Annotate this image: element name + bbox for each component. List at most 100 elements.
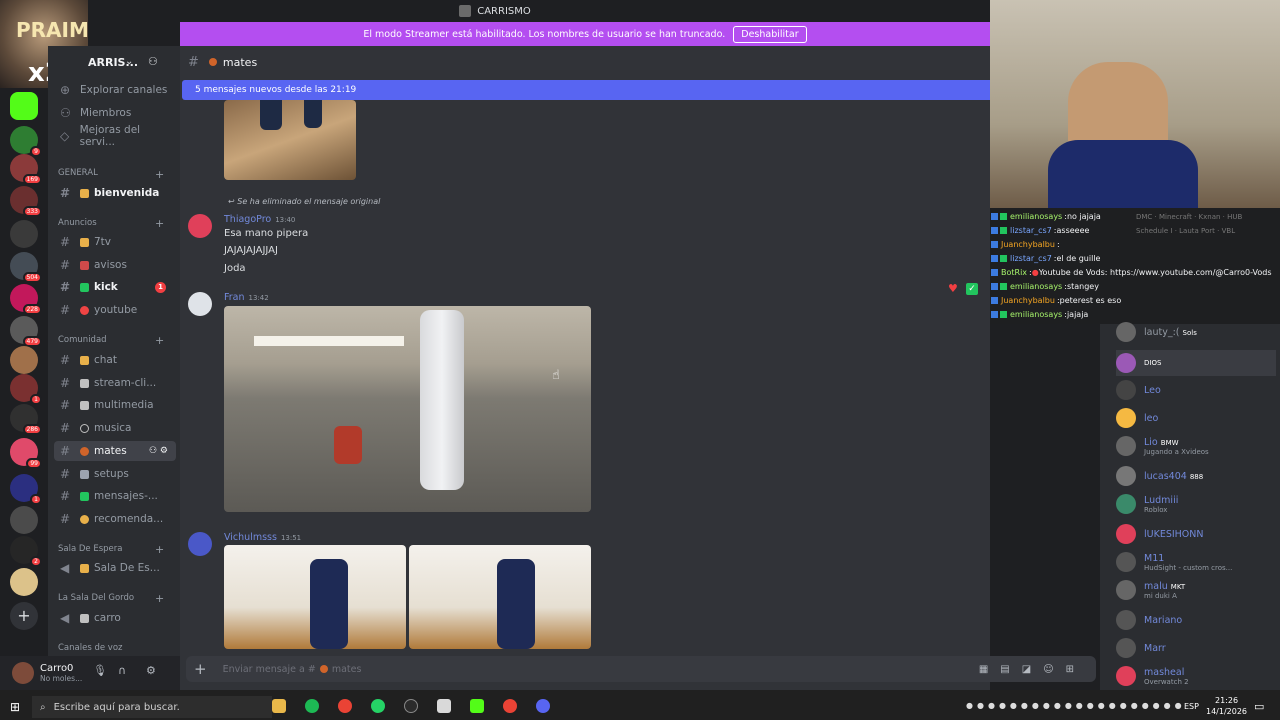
- server-icon[interactable]: [10, 346, 38, 374]
- message-line: Esa mano pipera: [224, 228, 309, 239]
- message-image[interactable]: [224, 100, 356, 180]
- server-icon[interactable]: 169: [10, 154, 42, 185]
- new-messages-bar[interactable]: 5 mensajes nuevos desde las 21:19: [182, 80, 990, 100]
- member-item[interactable]: Mariano: [1116, 610, 1182, 630]
- channel-avisos[interactable]: # avisos: [54, 255, 176, 275]
- chrome-icon[interactable]: [338, 699, 352, 713]
- member-item[interactable]: lauty_:( Sols: [1116, 322, 1197, 342]
- check-reaction-icon[interactable]: ✓: [966, 283, 978, 295]
- server-icon[interactable]: 333: [10, 186, 42, 217]
- system-tray-icons[interactable]: ●●●●●●●●●●●●●●●●●●●●: [966, 701, 1186, 710]
- member-item[interactable]: Lio BMW Jugando a Xvideos: [1116, 436, 1209, 456]
- headphones-icon[interactable]: ∩: [118, 664, 126, 677]
- language-indicator[interactable]: ESP: [1184, 702, 1199, 711]
- voice-carro[interactable]: ◀ carro: [54, 608, 176, 628]
- server-icon[interactable]: [10, 568, 38, 596]
- member-item[interactable]: lUKESIHONN: [1116, 524, 1204, 544]
- channel-mensajes[interactable]: # mensajes-...: [54, 486, 176, 506]
- discord-icon[interactable]: [536, 699, 550, 713]
- server-icon[interactable]: 99: [10, 438, 42, 469]
- avatar[interactable]: [12, 662, 34, 684]
- channel-7tv[interactable]: #7tv: [54, 232, 176, 252]
- message-image[interactable]: [224, 306, 591, 512]
- calculator-icon[interactable]: [437, 699, 451, 713]
- category-general[interactable]: GENERAL: [58, 168, 98, 178]
- channel-stream-clips[interactable]: # stream-cli...: [54, 373, 176, 393]
- disable-button[interactable]: Deshabilitar: [733, 25, 807, 43]
- server-icon[interactable]: 286: [10, 404, 42, 435]
- member-item[interactable]: malu MKT mi duki A: [1116, 580, 1185, 600]
- add-attachment-icon[interactable]: +: [194, 660, 207, 678]
- file-explorer-icon[interactable]: [272, 699, 286, 713]
- whatsapp-icon[interactable]: [371, 699, 385, 713]
- avatar[interactable]: [188, 532, 212, 556]
- spotify-icon[interactable]: [305, 699, 319, 713]
- channel-multimedia[interactable]: # multimedia: [54, 395, 176, 415]
- message-author[interactable]: Vichulmsss 13:51: [224, 532, 301, 543]
- server-icon[interactable]: [10, 92, 38, 120]
- add-user-icon[interactable]: ⚇: [148, 55, 158, 68]
- member-item[interactable]: DIOS: [1116, 350, 1276, 376]
- server-icon[interactable]: [10, 220, 38, 248]
- server-icon[interactable]: 504: [10, 252, 42, 283]
- heart-reaction-icon[interactable]: ♥: [948, 282, 958, 295]
- member-item[interactable]: Marr: [1116, 638, 1166, 658]
- channel-youtube[interactable]: # youtube: [54, 300, 176, 320]
- message-image[interactable]: [224, 545, 406, 649]
- kick-icon[interactable]: [470, 699, 484, 713]
- category-sala-gordo[interactable]: La Sala Del Gordo: [58, 593, 134, 603]
- microphone-icon[interactable]: 🎙: [93, 664, 107, 677]
- chrome-icon[interactable]: [503, 699, 517, 713]
- category-comunidad[interactable]: Comunidad: [58, 335, 107, 345]
- member-item[interactable]: M11 HudSight - custom cros...: [1116, 552, 1232, 572]
- voice-sala-espera[interactable]: ◀ Sala De Es...: [54, 558, 176, 578]
- windows-start-icon[interactable]: ⊞: [10, 700, 20, 714]
- member-item[interactable]: masheal Overwatch 2: [1116, 666, 1189, 686]
- member-item[interactable]: Leo: [1116, 380, 1161, 400]
- members-link[interactable]: ⚇ Miembros: [54, 103, 176, 123]
- taskbar-search[interactable]: ⌕ Escribe aquí para buscar.: [32, 696, 272, 718]
- member-item[interactable]: leo: [1116, 408, 1158, 428]
- server-icon[interactable]: 479: [10, 316, 42, 347]
- add-channel-icon[interactable]: +: [155, 592, 164, 605]
- channel-musica[interactable]: # musica: [54, 418, 176, 438]
- channel-kick[interactable]: # kick 1: [54, 277, 176, 297]
- avatar: [1116, 610, 1136, 630]
- message-author[interactable]: ThiagoPro 13:40: [224, 214, 295, 225]
- server-icon[interactable]: 228: [10, 284, 42, 315]
- add-channel-icon[interactable]: +: [155, 334, 164, 347]
- message-image[interactable]: [409, 545, 591, 649]
- add-channel-icon[interactable]: +: [155, 543, 164, 556]
- server-icon[interactable]: 9: [10, 126, 42, 157]
- channel-mates[interactable]: # mates ⚇ ⚙: [54, 441, 176, 461]
- clock[interactable]: 21:26 14/1/2026: [1206, 695, 1247, 717]
- message-composer[interactable]: + Enviar mensaje a # mates ▦▤◪☺⊞: [186, 656, 1096, 682]
- server-icon[interactable]: [10, 506, 38, 534]
- avatar[interactable]: [188, 214, 212, 238]
- boosts-link[interactable]: ◇ Mejoras del servi...: [54, 124, 176, 148]
- gear-icon[interactable]: ⚙: [146, 664, 156, 677]
- member-item[interactable]: Ludmiii Roblox: [1116, 494, 1178, 514]
- message-author[interactable]: Fran 13:42: [224, 292, 269, 303]
- server-icon[interactable]: 1: [10, 374, 42, 405]
- channel-setups[interactable]: # setups: [54, 464, 176, 484]
- add-channel-icon[interactable]: +: [155, 168, 164, 181]
- server-icon[interactable]: 1: [10, 474, 42, 505]
- category-canales-voz[interactable]: Canales de voz: [58, 643, 122, 653]
- server-icon[interactable]: 2: [10, 536, 42, 567]
- channel-bienvenida[interactable]: # bienvenida: [54, 183, 176, 203]
- channel-recomendaciones[interactable]: # recomenda...: [54, 509, 176, 529]
- avatar[interactable]: [188, 292, 212, 316]
- category-sala-espera[interactable]: Sala De Espera: [58, 544, 122, 554]
- composer-tools-icons[interactable]: ▦▤◪☺⊞: [979, 664, 1086, 675]
- notifications-icon[interactable]: ▭: [1254, 700, 1264, 713]
- add-channel-icon[interactable]: +: [155, 217, 164, 230]
- explore-channels-link[interactable]: ⊕ Explorar canales: [54, 80, 176, 100]
- add-server-icon[interactable]: +: [10, 602, 38, 630]
- channel-chat[interactable]: # chat: [54, 350, 176, 370]
- member-item[interactable]: lucas404 888: [1116, 466, 1203, 486]
- obs-icon[interactable]: [404, 699, 418, 713]
- chevron-down-icon[interactable]: ⌄: [125, 56, 133, 67]
- category-anuncios[interactable]: Anuncios: [58, 218, 97, 228]
- settings-icon[interactable]: ⚇ ⚙: [149, 446, 168, 456]
